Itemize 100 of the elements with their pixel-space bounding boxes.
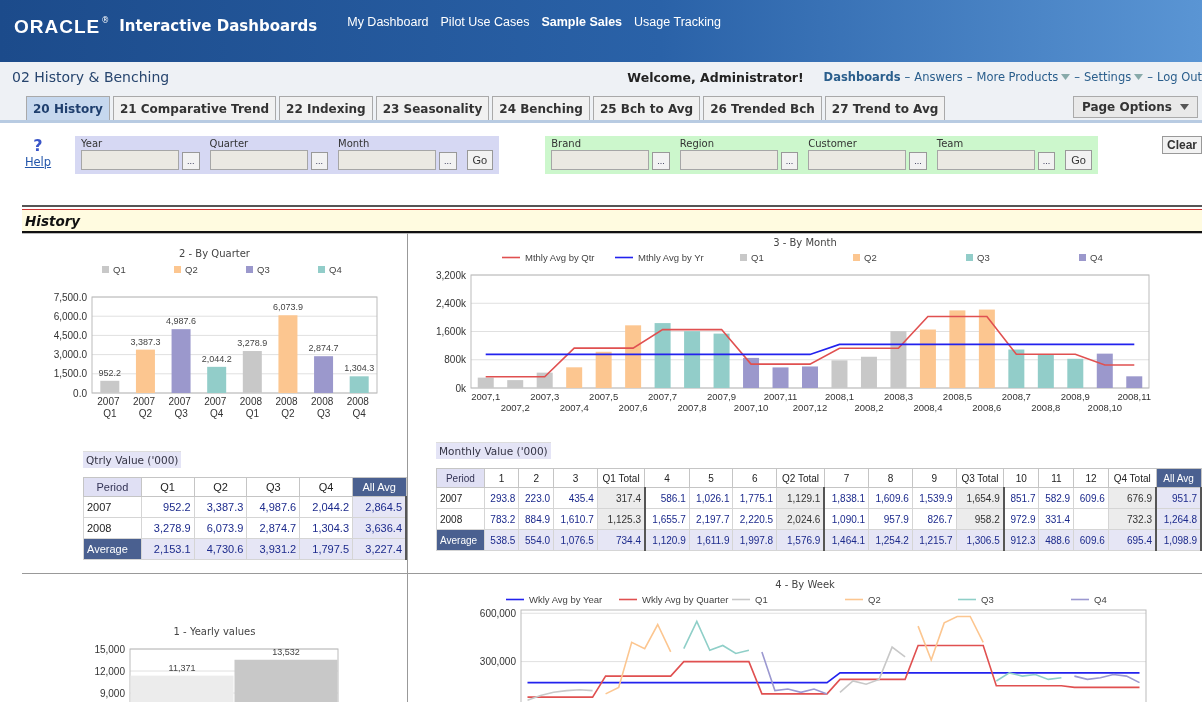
text-field[interactable] <box>338 150 437 170</box>
value-label: 2,044.2 <box>201 353 232 364</box>
axis-label: 2008 Q1 <box>239 396 263 419</box>
field-label: Customer <box>808 138 858 149</box>
bar <box>1008 349 1025 388</box>
axis-label: 2007,2 <box>500 402 530 413</box>
tab[interactable]: 25 Bch to Avg <box>592 96 701 120</box>
bar <box>890 331 907 388</box>
text-field[interactable] <box>551 150 650 170</box>
browse-button[interactable]: ... <box>1037 152 1056 170</box>
field-label: Year <box>81 138 104 149</box>
axis-label: 4,500.0 <box>53 329 87 341</box>
text-field[interactable] <box>808 150 907 170</box>
browse-button[interactable]: ... <box>439 152 457 170</box>
bar <box>772 367 789 388</box>
field-label: Month <box>338 138 371 149</box>
text-field[interactable] <box>209 150 308 170</box>
header-link[interactable]: Answers <box>914 70 963 84</box>
axis-label: 6,000.0 <box>53 310 87 322</box>
nav-link[interactable]: Usage Tracking <box>634 15 721 29</box>
header-link[interactable]: Settings <box>1084 70 1144 84</box>
legend-label: Mthly Avg by Yr <box>638 252 704 263</box>
axis-label: 2008 Q3 <box>311 396 334 419</box>
welcome-text: Welcome, Administrator! <box>627 69 804 85</box>
column-header: All Avg <box>1156 468 1201 488</box>
browse-button[interactable]: ... <box>780 152 799 170</box>
bar <box>171 329 191 393</box>
axis-label: 2007 Q3 <box>168 396 191 419</box>
header-link[interactable]: More Products <box>976 70 1071 84</box>
tab[interactable]: 21 Comparative Trend <box>112 96 277 120</box>
axis-label: 800k <box>444 354 466 366</box>
header-link[interactable]: Log Out <box>1156 70 1202 84</box>
bar <box>860 356 877 388</box>
column-header: Q2 <box>194 477 247 497</box>
page-options-button[interactable]: Page Options <box>1072 96 1198 118</box>
column-header: 11 <box>1039 468 1074 488</box>
axis-label: 2007,10 <box>733 402 769 413</box>
field-label: Brand <box>551 138 583 149</box>
axis-label: 1,500.0 <box>53 368 87 380</box>
tab[interactable]: 22 Indexing <box>279 96 373 120</box>
browse-button[interactable]: ... <box>909 152 927 170</box>
tab[interactable]: 20 History <box>26 96 110 120</box>
bar <box>207 366 227 393</box>
legend-label: Q3 <box>977 252 990 263</box>
axis-label: 2008,11 <box>1117 391 1152 402</box>
table-title: Monthly Value ('000) <box>436 442 551 459</box>
legend-label: Wkly Avg by Quarter <box>642 594 729 605</box>
logo: ORACLE <box>14 16 101 38</box>
page-title: 02 History & Benching <box>12 69 171 85</box>
tab[interactable]: 23 Seasonality <box>375 96 490 120</box>
tab[interactable]: 27 Trend to Avg <box>824 96 946 120</box>
axis-label: 2007,4 <box>559 402 589 413</box>
axis-label: 2007 Q2 <box>132 396 156 419</box>
go-button[interactable]: Go <box>1065 150 1092 170</box>
axis-label: 1,600k <box>435 326 466 337</box>
browse-button[interactable]: ... <box>652 152 670 170</box>
nav-link[interactable]: Pilot Use Cases <box>440 15 530 29</box>
bar <box>684 331 701 388</box>
value-label: 3,387.3 <box>130 336 161 347</box>
separator: – <box>1074 70 1081 84</box>
browse-button[interactable]: ... <box>182 152 200 170</box>
row-header: 2007 <box>83 496 142 518</box>
clear-button[interactable]: Clear <box>1161 136 1202 154</box>
text-field[interactable] <box>679 150 778 170</box>
caret-icon <box>1180 104 1189 110</box>
help-link[interactable]: Help <box>24 155 52 169</box>
header-link[interactable]: Dashboards <box>823 70 901 84</box>
bar <box>654 323 671 388</box>
row-header: Average <box>436 529 485 551</box>
bar <box>1096 353 1113 388</box>
tab[interactable]: 26 Trended Bch <box>703 96 822 120</box>
axis-label: 2007 Q1 <box>97 396 120 419</box>
browse-button[interactable]: ... <box>310 152 329 170</box>
bar <box>713 333 730 388</box>
axis-label: 3,200k <box>435 269 466 281</box>
tab[interactable]: 24 Benching <box>492 96 590 120</box>
column-header: 7 <box>824 468 869 488</box>
help-icon[interactable]: ? <box>33 136 43 155</box>
legend-label: Q3 <box>257 264 270 275</box>
axis-label: 2008,2 <box>854 402 884 413</box>
axis-label: 2008,1 <box>824 391 854 402</box>
row-header: Average <box>83 538 142 560</box>
legend-label: Q2 <box>185 264 198 275</box>
column-header: Q1 Total <box>597 468 645 488</box>
field-label: Quarter <box>209 138 250 149</box>
value-label: 2,874.7 <box>308 343 339 354</box>
text-field[interactable] <box>81 150 179 170</box>
nav-link[interactable]: Sample Sales <box>541 15 623 29</box>
axis-label: 2007,3 <box>530 391 560 402</box>
value-label: 4,987.6 <box>166 316 197 327</box>
axis-label: 2007,7 <box>648 391 678 402</box>
nav-link[interactable]: My Dashboard <box>347 15 429 29</box>
go-button[interactable]: Go <box>466 150 494 170</box>
column-header: 1 <box>484 468 519 488</box>
bar <box>743 357 760 388</box>
text-field[interactable] <box>936 150 1035 170</box>
axis-label: 2008,5 <box>942 391 972 402</box>
axis-label: 0.0 <box>73 387 87 399</box>
column-header: Q3 <box>246 477 300 497</box>
axis-label: 300,000 <box>479 656 516 668</box>
